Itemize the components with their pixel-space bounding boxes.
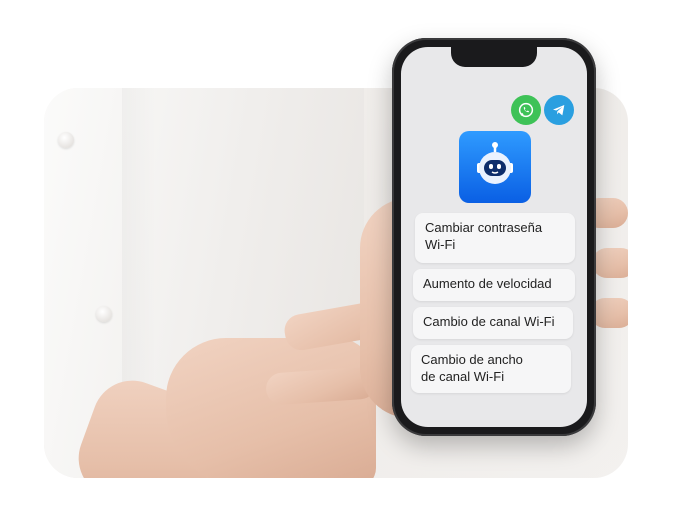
option-speed-boost[interactable]: Aumento de velocidad	[413, 269, 575, 301]
option-wifi-channel-width-change[interactable]: Cambio de ancho de canal Wi-Fi	[411, 345, 571, 393]
right-finger	[592, 248, 628, 278]
robot-icon	[459, 131, 531, 203]
telegram-icon[interactable]	[544, 95, 574, 125]
phone-notch	[451, 47, 537, 67]
option-wifi-channel-change[interactable]: Cambio de canal Wi-Fi	[413, 307, 573, 339]
option-change-wifi-password[interactable]: Cambiar contraseña Wi-Fi	[415, 213, 575, 263]
shirt-button	[58, 132, 74, 148]
smartphone: Cambiar contraseña Wi-Fi Aumento de velo…	[392, 38, 596, 436]
whatsapp-icon[interactable]	[511, 95, 541, 125]
shirt-button	[96, 306, 112, 322]
left-hand	[166, 338, 376, 478]
phone-screen: Cambiar contraseña Wi-Fi Aumento de velo…	[401, 47, 587, 427]
